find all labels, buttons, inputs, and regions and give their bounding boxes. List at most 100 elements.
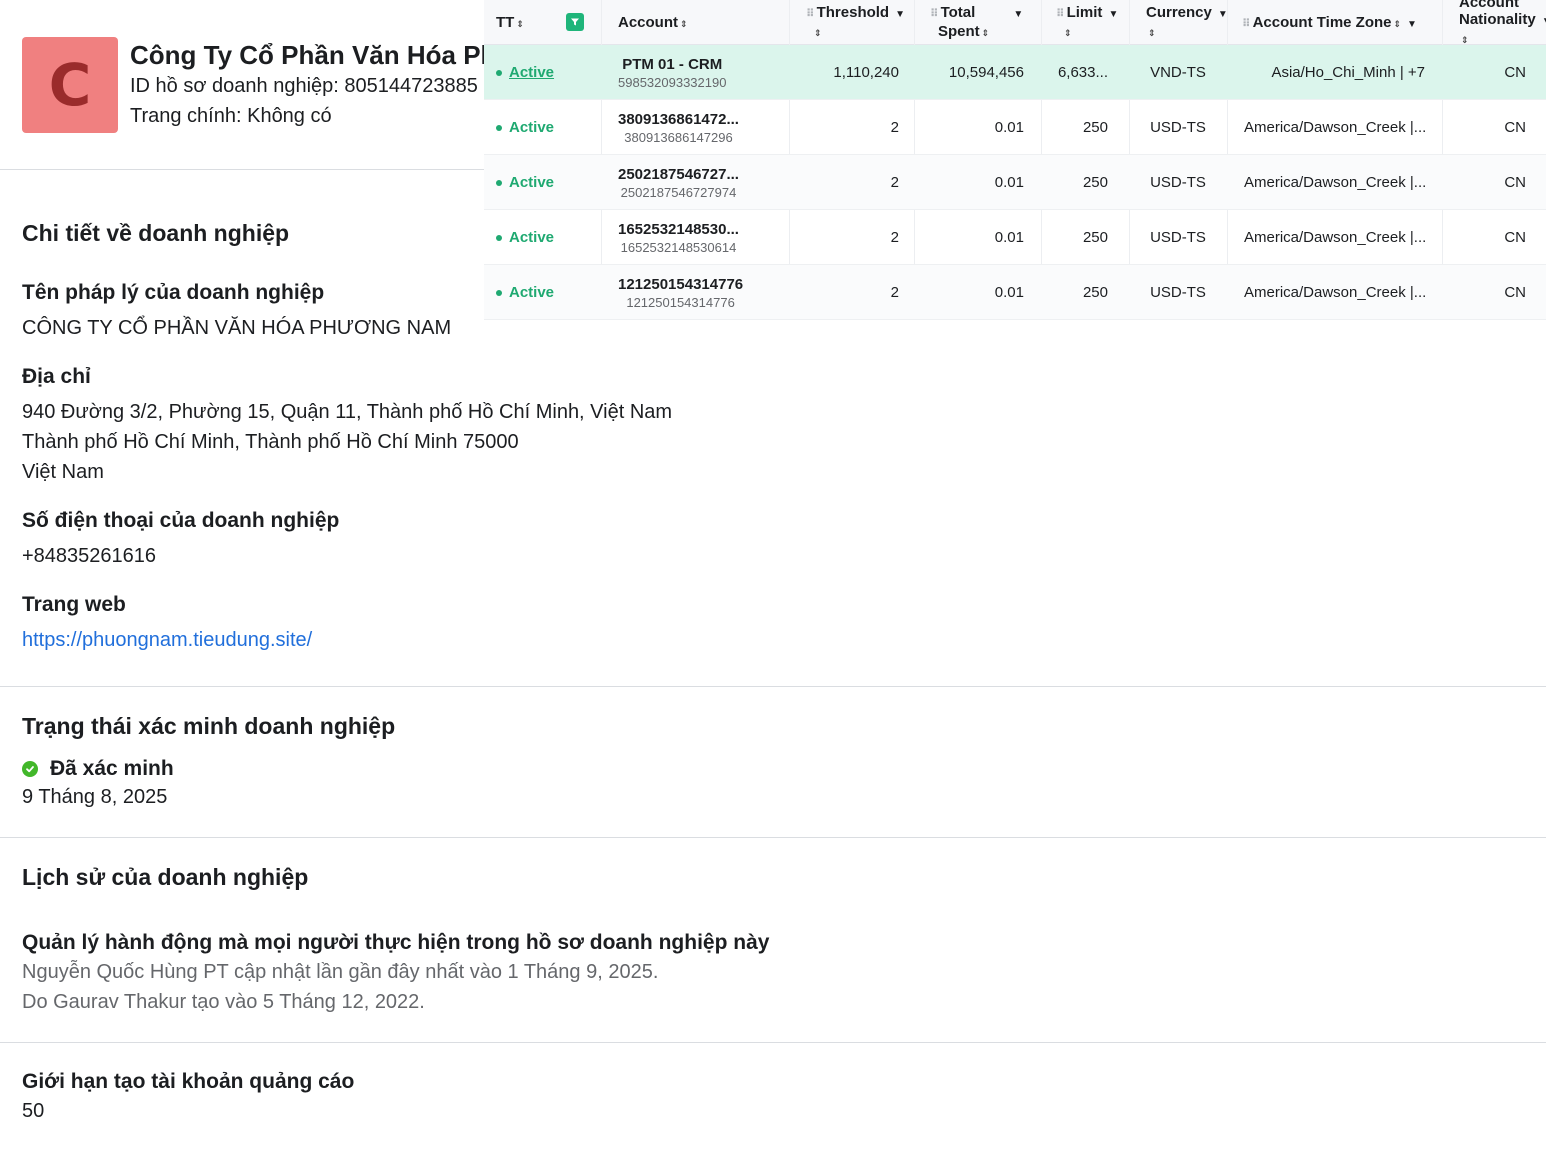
address-line-3: Việt Nam: [22, 461, 104, 483]
col-header-total-spent[interactable]: ⠿ Total ▼ Spent ⇕: [930, 4, 1023, 42]
address-line-2: Thành phố Hồ Chí Minh, Thành phố Hồ Chí …: [22, 431, 519, 453]
account-id: 380913686147296: [624, 129, 733, 145]
time-zone-cell: Asia/Ho_Chi_Minh | +7: [1271, 64, 1425, 81]
verification-status: Đã xác minh: [50, 757, 174, 780]
created-by-text: Do Gaurav Thakur tạo vào 5 Tháng 12, 202…: [22, 991, 425, 1013]
ad-account-limit-label: Giới hạn tạo tài khoản quảng cáo: [22, 1070, 355, 1093]
business-id: ID hồ sơ doanh nghiệp: 805144723885: [130, 75, 478, 97]
nationality-cell: CN: [1504, 64, 1526, 81]
phone-label: Số điện thoại của doanh nghiệp: [22, 509, 340, 532]
sort-icon[interactable]: ⇕: [1064, 28, 1072, 38]
col-header-tt[interactable]: TT ⇕: [496, 14, 524, 33]
sort-icon[interactable]: ⇕: [1461, 35, 1469, 45]
sort-icon[interactable]: ⇕: [516, 19, 524, 29]
col-header-nationality[interactable]: Account Nationality ▼ ⇕: [1459, 0, 1546, 49]
sort-icon[interactable]: ⇕: [1394, 19, 1402, 29]
table-row[interactable]: Active 3809136861472... 380913686147296 2…: [484, 100, 1546, 155]
status-cell: Active: [496, 265, 554, 320]
table-row[interactable]: Active PTM 01 - CRM 598532093332190 1,110…: [484, 45, 1546, 100]
account-cell[interactable]: PTM 01 - CRM 598532093332190: [618, 45, 726, 100]
col-header-account[interactable]: Account ⇕: [618, 14, 688, 33]
drag-handle-icon[interactable]: ⠿: [806, 8, 815, 20]
website-link[interactable]: https://phuongnam.tieudung.site/: [22, 629, 312, 651]
total-spent-cell: 10,594,456: [948, 64, 1024, 81]
status-cell: Active: [496, 45, 554, 100]
status-dot-icon: [496, 124, 502, 131]
chevron-down-icon[interactable]: ▼: [895, 9, 905, 20]
col-header-threshold-label: Threshold: [816, 4, 890, 21]
manage-actions-label: Quản lý hành động mà mọi người thực hiện…: [22, 931, 770, 954]
chevron-down-icon[interactable]: ▼: [1542, 16, 1546, 27]
account-cell[interactable]: 2502187546727... 2502187546727974: [618, 155, 739, 210]
sort-icon[interactable]: ⇕: [982, 28, 990, 38]
limit-cell: 250: [1082, 284, 1108, 301]
status-cell: Active: [496, 100, 554, 155]
table-row[interactable]: Active 1652532148530... 1652532148530614 …: [484, 210, 1546, 265]
total-spent-cell: 0.01: [994, 284, 1024, 301]
threshold-cell: 2: [890, 174, 899, 191]
total-spent-cell: 0.01: [994, 119, 1024, 136]
account-cell[interactable]: 121250154314776 121250154314776: [618, 265, 743, 320]
limit-cell: 6,633...: [1057, 64, 1108, 81]
status-cell: Active: [496, 155, 554, 210]
account-name: 121250154314776: [618, 275, 744, 293]
col-header-time-zone[interactable]: ⠿ Account Time Zone ⇕ ▼: [1242, 14, 1417, 33]
sort-icon[interactable]: ⇕: [814, 28, 822, 38]
col-header-time-zone-label: Account Time Zone: [1252, 14, 1392, 31]
currency-cell: USD-TS: [1150, 284, 1206, 301]
table-row[interactable]: Active 121250154314776 121250154314776 2 …: [484, 265, 1546, 320]
account-name: PTM 01 - CRM: [622, 55, 723, 73]
verification-status-row: Đã xác minh: [22, 757, 174, 781]
limit-cell: 250: [1082, 174, 1108, 191]
col-header-limit-label: Limit: [1066, 4, 1103, 21]
last-updated-text: Nguyễn Quốc Hùng PT cập nhật lần gần đây…: [22, 961, 659, 983]
col-header-account-label: Account: [618, 14, 678, 31]
account-cell[interactable]: 1652532148530... 1652532148530614: [618, 210, 739, 265]
divider: [0, 686, 1546, 687]
drag-handle-icon[interactable]: ⠿: [1242, 18, 1251, 30]
threshold-cell: 1,110,240: [833, 64, 899, 81]
status-label: Active: [509, 229, 555, 246]
filter-icon[interactable]: [566, 13, 584, 31]
main-page-info: Trang chính: Không có: [130, 105, 332, 127]
col-header-threshold[interactable]: ⠿ Threshold ▼ ⇕: [806, 4, 905, 42]
threshold-cell: 2: [890, 229, 899, 246]
divider: [0, 1042, 1546, 1043]
col-header-nationality-label-2: Nationality: [1459, 11, 1536, 28]
threshold-cell: 2: [890, 119, 899, 136]
chevron-down-icon[interactable]: ▼: [1013, 9, 1023, 20]
status-dot-icon: [496, 234, 502, 241]
nationality-cell: CN: [1504, 284, 1526, 301]
limit-cell: 250: [1082, 229, 1108, 246]
table-row[interactable]: Active 2502187546727... 2502187546727974 …: [484, 155, 1546, 210]
total-spent-cell: 0.01: [994, 174, 1024, 191]
limit-cell: 250: [1082, 119, 1108, 136]
sort-icon[interactable]: ⇕: [680, 19, 688, 29]
divider: [0, 837, 1546, 838]
time-zone-cell: America/Dawson_Creek |...: [1244, 284, 1427, 301]
col-header-limit[interactable]: ⠿ Limit ▼ ⇕: [1056, 4, 1118, 42]
account-id: 2502187546727974: [620, 184, 737, 200]
col-header-currency-label: Currency: [1146, 4, 1212, 21]
time-zone-cell: America/Dawson_Creek |...: [1244, 229, 1427, 246]
status-label: Active: [509, 174, 555, 191]
chevron-down-icon[interactable]: ▼: [1108, 9, 1118, 20]
currency-cell: USD-TS: [1150, 229, 1206, 246]
table-header: TT ⇕ Account ⇕ ⠿ Threshold ▼ ⇕ ⠿ Total ▼ Spent…: [484, 0, 1546, 45]
col-header-spent-label: Spent: [938, 23, 980, 40]
account-cell[interactable]: 3809136861472... 380913686147296: [618, 100, 739, 155]
account-id: 598532093332190: [618, 74, 727, 90]
drag-handle-icon[interactable]: ⠿: [930, 8, 939, 20]
col-header-currency[interactable]: Currency ▼ ⇕: [1146, 4, 1228, 42]
avatar-letter: C: [48, 51, 92, 119]
currency-cell: VND-TS: [1150, 64, 1206, 81]
sort-icon[interactable]: ⇕: [1148, 28, 1156, 38]
verification-date: 9 Tháng 8, 2025: [22, 786, 168, 808]
threshold-cell: 2: [890, 284, 899, 301]
account-name: 3809136861472...: [618, 110, 739, 128]
account-id: 1652532148530614: [620, 239, 737, 255]
drag-handle-icon[interactable]: ⠿: [1056, 8, 1065, 20]
status-link[interactable]: Active: [509, 64, 554, 81]
status-label: Active: [509, 284, 555, 301]
chevron-down-icon[interactable]: ▼: [1407, 19, 1417, 30]
